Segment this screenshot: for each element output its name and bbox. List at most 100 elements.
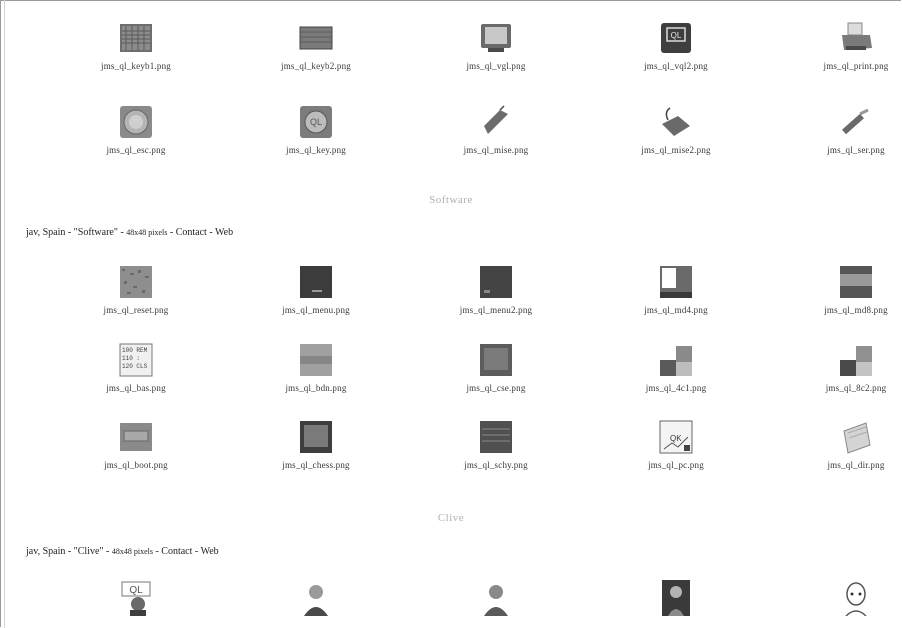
keyboard-icon <box>299 26 333 50</box>
icon-caption[interactable]: jms_ql_print.png <box>776 61 902 71</box>
icon-caption[interactable]: jms_ql_menu2.png <box>416 305 576 315</box>
icon-caption[interactable]: jms_ql_menu.png <box>236 305 396 315</box>
icon-caption[interactable]: jms_ql_cse.png <box>416 383 576 393</box>
icon-tile[interactable]: jms_ql_reset.png <box>56 264 216 315</box>
bald-portrait-icon <box>845 582 867 616</box>
dark-screen-icon <box>480 344 512 376</box>
web-link[interactable]: Web <box>201 546 219 557</box>
icon-tile[interactable]: QL jms_ql_vql2.png <box>596 20 756 71</box>
icon-tile[interactable]: jms_ql_vgl.png <box>416 20 576 71</box>
svg-text:120 CLS: 120 CLS <box>122 363 148 370</box>
icon-tile[interactable]: jms_ql_md8.png <box>776 264 902 315</box>
icon-caption[interactable]: jms_ql_reset.png <box>56 305 216 315</box>
icon-caption[interactable]: jms_ql_mise.png <box>416 145 576 155</box>
icon-caption[interactable]: jms_ql_key.png <box>236 145 396 155</box>
svg-text:QK: QK <box>670 434 682 443</box>
icon-tile[interactable]: 100 REM 110 :120 CLS jms_ql_bas.png <box>56 342 216 393</box>
icon-tile[interactable]: jms_ql_mise.png <box>416 104 576 155</box>
icon-tile[interactable]: jms_ql_menu.png <box>236 264 396 315</box>
svg-text:QL: QL <box>129 585 143 596</box>
gray-screen-icon <box>300 344 332 376</box>
svg-text:110 :: 110 : <box>122 355 140 362</box>
monitor-icon <box>481 24 511 52</box>
svg-text:QL: QL <box>310 117 322 127</box>
icon-tile[interactable]: jms_ql_mise2.png <box>596 104 756 155</box>
boot-screen-icon <box>120 423 152 451</box>
svg-text:QL: QL <box>671 31 682 40</box>
credit-prefix: jav, Spain - "Software" - <box>26 227 127 238</box>
credit-line-clive: jav, Spain - "Clive" - 48x48 pixels - Co… <box>26 546 219 557</box>
icon-caption[interactable]: jms_ql_md8.png <box>776 305 902 315</box>
icon-caption[interactable]: jms_ql_keyb2.png <box>236 61 396 71</box>
credit-sep: - <box>192 546 201 557</box>
icon-tile[interactable]: jms_ql_dir.png <box>776 419 902 470</box>
icon-tile[interactable]: jms_ql_boot.png <box>56 419 216 470</box>
icon-caption[interactable]: jms_ql_md4.png <box>596 305 756 315</box>
icon-caption[interactable]: jms_ql_4c1.png <box>596 383 756 393</box>
icon-tile[interactable]: jms_ql_print.png <box>776 20 902 71</box>
icon-tile[interactable]: jms_ql_schy.png <box>416 419 576 470</box>
section-title-software: Software <box>429 194 473 206</box>
printer-icon <box>842 22 872 50</box>
icon-tile[interactable]: jms_ql_bdn.png <box>236 342 396 393</box>
icon-tile[interactable]: jms_ql_menu2.png <box>416 264 576 315</box>
credit-sep: - <box>206 227 215 238</box>
icon-tile[interactable]: jms_ql_keyb2.png <box>236 20 396 71</box>
color-blocks-icon <box>840 346 872 376</box>
svg-text:100 REM: 100 REM <box>122 347 148 354</box>
icon-tile[interactable] <box>236 580 396 616</box>
portrait-icon <box>484 585 508 616</box>
icon-tile[interactable]: jms_ql_8c2.png <box>776 342 902 393</box>
icon-tile[interactable]: jms_ql_chess.png <box>236 419 396 470</box>
icon-tile[interactable]: jms_ql_keyb1.png <box>56 20 216 71</box>
contact-link[interactable]: Contact <box>176 227 207 238</box>
icon-caption[interactable]: jms_ql_dir.png <box>776 460 902 470</box>
icon-caption[interactable]: jms_ql_bdn.png <box>236 383 396 393</box>
section-title-clive: Clive <box>437 512 465 524</box>
icon-tile[interactable] <box>776 580 902 616</box>
cable-icon <box>842 108 869 135</box>
icon-caption[interactable]: jms_ql_vql2.png <box>596 61 756 71</box>
icon-caption[interactable]: jms_ql_keyb1.png <box>56 61 216 71</box>
icon-tile[interactable]: QL <box>56 580 216 616</box>
icon-tile[interactable] <box>416 580 576 616</box>
icon-caption[interactable]: jms_ql_vgl.png <box>416 61 576 71</box>
icon-caption[interactable]: jms_ql_ser.png <box>776 145 902 155</box>
dark-screen-icon <box>480 421 512 453</box>
icon-caption[interactable]: jms_ql_mise2.png <box>596 145 756 155</box>
credit-prefix: jav, Spain - "Clive" - <box>26 546 112 557</box>
color-blocks-icon <box>660 346 692 376</box>
contact-link[interactable]: Contact <box>161 546 192 557</box>
ql-logo-portrait-icon: QL <box>121 581 151 616</box>
mouse-icon <box>662 107 690 136</box>
icon-tile[interactable]: QL jms_ql_key.png <box>236 104 396 155</box>
noise-screen-icon <box>120 266 152 298</box>
icon-tile[interactable]: jms_ql_4c1.png <box>596 342 756 393</box>
icon-caption[interactable]: jms_ql_8c2.png <box>776 383 902 393</box>
web-link[interactable]: Web <box>215 227 233 238</box>
basic-screen-icon: 100 REM110 :120 CLS <box>119 343 153 377</box>
icon-tile[interactable]: jms_ql_cse.png <box>416 342 576 393</box>
icon-tile[interactable]: jms_ql_md4.png <box>596 264 756 315</box>
dark-portrait-icon <box>662 580 690 616</box>
credit-size: 48x48 pixels <box>111 547 153 556</box>
pc-doc-icon: QK <box>659 420 693 454</box>
icon-caption[interactable]: jms_ql_chess.png <box>236 460 396 470</box>
icon-tile[interactable]: jms_ql_esc.png <box>56 104 216 155</box>
icon-tile[interactable] <box>596 580 756 616</box>
icon-caption[interactable]: jms_ql_esc.png <box>56 145 216 155</box>
folder-icon <box>843 422 871 454</box>
icon-tile[interactable]: QK jms_ql_pc.png <box>596 419 756 470</box>
icon-tile[interactable]: jms_ql_ser.png <box>776 104 902 155</box>
credit-line-software: jav, Spain - "Software" - 48x48 pixels -… <box>26 227 233 238</box>
portrait-icon <box>304 585 328 616</box>
icon-caption[interactable]: jms_ql_boot.png <box>56 460 216 470</box>
icon-caption[interactable]: jms_ql_schy.png <box>416 460 576 470</box>
ql-box-icon: QL <box>661 23 691 53</box>
round-button-icon <box>120 106 152 138</box>
icon-caption[interactable]: jms_ql_bas.png <box>56 383 216 393</box>
icon-caption[interactable]: jms_ql_pc.png <box>596 460 756 470</box>
dark-screen-icon <box>300 266 332 298</box>
credit-sep: - <box>167 227 176 238</box>
ql-key-icon: QL <box>300 106 332 138</box>
